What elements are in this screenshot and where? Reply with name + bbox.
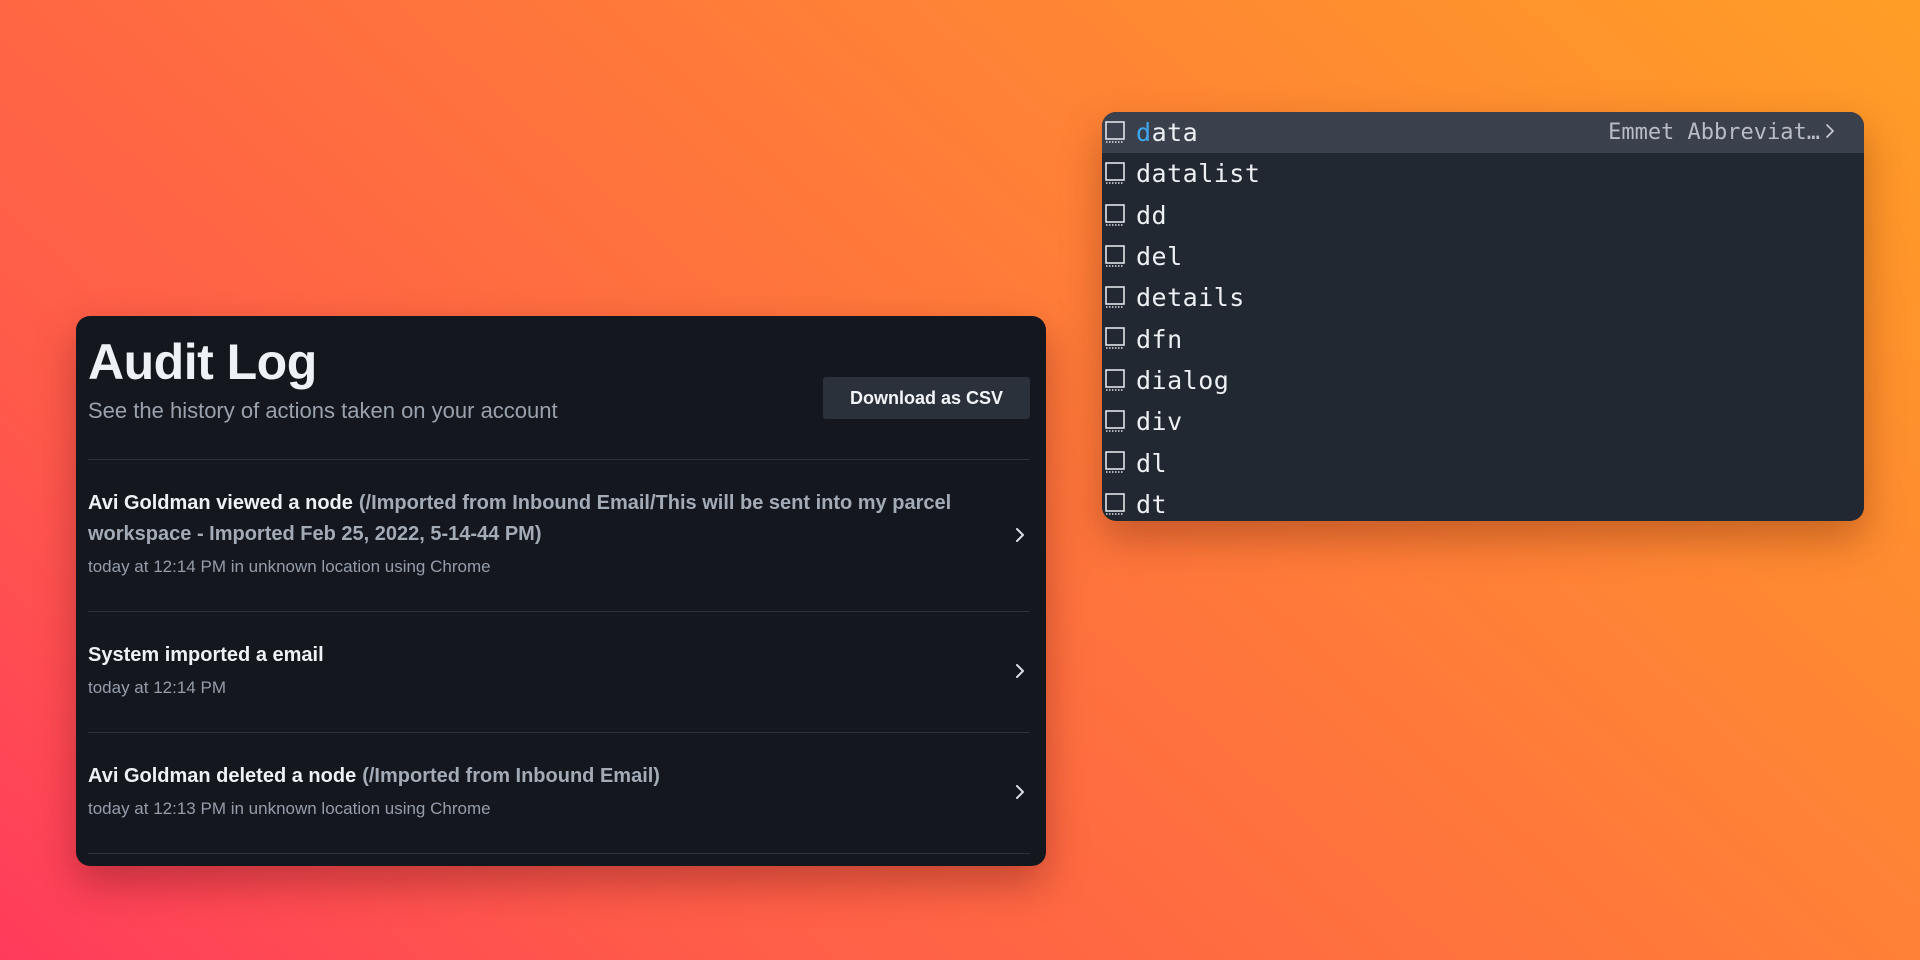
snippet-square-icon bbox=[1105, 121, 1125, 143]
audit-entry-detail: (/Imported from Inbound Email) bbox=[362, 765, 660, 787]
snippet-square-icon bbox=[1105, 368, 1125, 391]
snippet-square-icon bbox=[1105, 410, 1125, 432]
suggestion-label-rest: ata bbox=[1151, 118, 1199, 148]
suggestion-label: details bbox=[1136, 283, 1245, 313]
audit-entry-action: Avi Goldman deleted a node bbox=[88, 765, 357, 787]
chevron-right-icon[interactable] bbox=[1824, 122, 1836, 140]
audit-entry[interactable]: System imported a email today at 12:14 P… bbox=[88, 640, 1030, 734]
suggestion-item-data[interactable]: data Emmet Abbreviat… bbox=[1102, 112, 1864, 154]
suggestion-label: dfn bbox=[1136, 324, 1183, 354]
autocomplete-suggestion-list: data Emmet Abbreviat… datalist dd del de… bbox=[1102, 112, 1864, 521]
chevron-right-icon[interactable] bbox=[1014, 526, 1026, 544]
audit-entry-meta: today at 12:14 PM in unknown location us… bbox=[88, 557, 491, 576]
audit-entry-title: Avi Goldman deleted a node (/Imported fro… bbox=[88, 761, 978, 792]
snippet-square-icon bbox=[1105, 203, 1125, 226]
divider bbox=[88, 611, 1030, 612]
divider bbox=[88, 853, 1030, 854]
suggestion-label: dd bbox=[1136, 200, 1168, 230]
audit-entry-title: System imported a email bbox=[88, 640, 978, 671]
chevron-right-icon[interactable] bbox=[1014, 783, 1026, 801]
suggestion-label: div bbox=[1136, 407, 1183, 437]
suggestion-label: dl bbox=[1136, 448, 1168, 478]
suggestion-item-datalist[interactable]: datalist bbox=[1102, 153, 1864, 194]
audit-entry-action: Avi Goldman viewed a node bbox=[88, 492, 353, 514]
audit-entry-meta: today at 12:14 PM bbox=[88, 678, 226, 697]
divider bbox=[88, 459, 1030, 460]
suggestion-item-dialog[interactable]: dialog bbox=[1102, 360, 1864, 401]
page-subtitle: See the history of actions taken on your… bbox=[88, 398, 558, 423]
download-csv-button[interactable]: Download as CSV bbox=[823, 377, 1030, 419]
suggestion-label: datalist bbox=[1136, 159, 1261, 189]
audit-entry-action: System imported a email bbox=[88, 644, 324, 666]
snippet-square-icon bbox=[1105, 492, 1125, 515]
divider bbox=[88, 732, 1030, 733]
audit-entry-title: Avi Goldman viewed a node (/Imported from… bbox=[88, 488, 978, 550]
suggestion-item-dd[interactable]: dd bbox=[1102, 195, 1864, 236]
suggestion-item-del[interactable]: del bbox=[1102, 236, 1864, 277]
suggestion-label: data bbox=[1136, 118, 1198, 147]
snippet-square-icon bbox=[1105, 245, 1125, 267]
suggestion-item-dt[interactable]: dt bbox=[1102, 484, 1864, 521]
suggestion-label: del bbox=[1136, 242, 1183, 272]
audit-entry-meta: today at 12:13 PM in unknown location us… bbox=[88, 799, 491, 818]
audit-log-panel: Audit Log See the history of actions tak… bbox=[76, 316, 1046, 866]
suggestion-item-details[interactable]: details bbox=[1102, 277, 1864, 318]
suggestion-label: dt bbox=[1136, 489, 1168, 519]
snippet-square-icon bbox=[1105, 286, 1125, 308]
snippet-square-icon bbox=[1105, 162, 1125, 184]
suggestion-item-div[interactable]: div bbox=[1102, 401, 1864, 442]
snippet-square-icon bbox=[1105, 451, 1125, 474]
suggestion-item-dfn[interactable]: dfn bbox=[1102, 318, 1864, 359]
suggestion-detail: Emmet Abbreviat… bbox=[1608, 120, 1820, 146]
typed-prefix-highlight: d bbox=[1136, 118, 1152, 148]
audit-entry[interactable]: Avi Goldman deleted a node (/Imported fro… bbox=[88, 761, 1030, 855]
suggestion-label: dialog bbox=[1136, 365, 1230, 395]
chevron-right-icon[interactable] bbox=[1014, 662, 1026, 680]
audit-entry[interactable]: Avi Goldman viewed a node (/Imported from… bbox=[88, 488, 1030, 612]
suggestion-item-dl[interactable]: dl bbox=[1102, 442, 1864, 483]
snippet-square-icon bbox=[1105, 327, 1125, 350]
page-title: Audit Log bbox=[88, 334, 317, 390]
